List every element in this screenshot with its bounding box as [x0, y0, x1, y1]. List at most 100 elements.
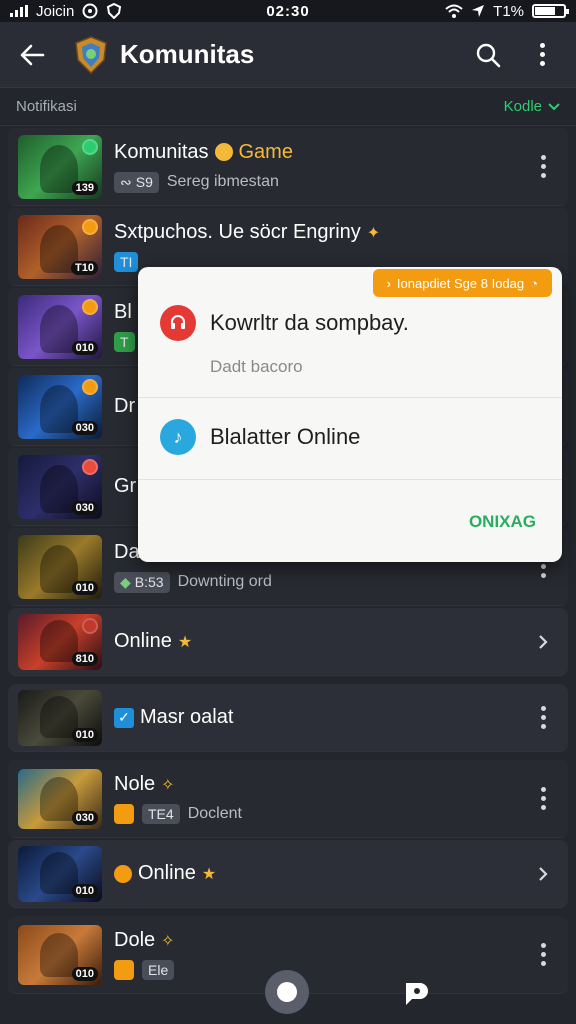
popup-option-label: Blalatter Online — [210, 424, 361, 449]
divider — [138, 397, 562, 398]
status-dot — [82, 218, 98, 235]
toast-label: Ionapdiet Sge 8 Iodag — [396, 275, 525, 291]
list-item[interactable]: 010 ✓ Masr oalat — [8, 684, 568, 752]
kebab-icon — [540, 155, 546, 178]
popup-option-report[interactable]: Kowrltr da sompbay. — [160, 305, 409, 341]
list-item-body: Sxtpuchos. Ue söcr Engriny ✦ TI — [114, 221, 558, 272]
popup-option-label: Kowrltr da sompbay. — [210, 310, 409, 335]
home-button[interactable] — [265, 970, 309, 1014]
list-item-body: Online ★ — [114, 862, 528, 885]
thumbnail-tag: 010 — [71, 340, 98, 355]
status-left: Joicin — [10, 3, 210, 20]
list-item-title: Nole ✧ — [114, 773, 528, 796]
game-thumbnail: 010 — [18, 294, 102, 359]
location-icon — [472, 5, 485, 17]
thumbnail-tag: 139 — [71, 180, 98, 195]
game-thumbnail: T10 — [18, 214, 102, 279]
back-button[interactable] — [14, 37, 50, 73]
section-link-label: Kodle — [503, 98, 542, 115]
list-item-title-text: Online — [138, 862, 196, 884]
community-logo-icon — [75, 35, 107, 74]
list-item-title: Sxtpuchos. Ue söcr Engriny ✦ — [114, 221, 558, 244]
popup-option-online[interactable]: ♪ Blalatter Online — [160, 419, 360, 455]
list-item[interactable]: 810 Online ★ — [8, 608, 568, 676]
game-thumbnail: 030 — [18, 454, 102, 519]
count-chip: TI — [114, 252, 139, 272]
count-chip: Ele — [142, 960, 175, 980]
list-item-title-text: Dole — [114, 929, 156, 951]
count-chip: ◆ B:53 — [114, 571, 170, 593]
arrow-left-icon — [20, 44, 45, 65]
list-item-title: Komunitas Game — [114, 141, 528, 164]
thumbnail-tag: 010 — [71, 966, 98, 981]
thumbnail-tag: 010 — [71, 883, 98, 898]
list-item-subtitle-row: Ele — [114, 960, 528, 980]
list-item-body: Dole ✧ Ele — [114, 929, 528, 980]
badge-icon — [114, 804, 134, 824]
list-item-title-text: Komunitas — [114, 140, 209, 163]
list-item-title: Online ★ — [114, 630, 528, 653]
star-icon: ★ — [201, 865, 217, 883]
list-item-subtitle-row: TE4 Doclent — [114, 804, 528, 824]
checkbox-checked-icon: ✓ — [114, 707, 134, 728]
chevron-right-button[interactable] — [528, 627, 558, 657]
list-item-title-text: Nole — [114, 773, 156, 795]
popup-action-button[interactable]: ONIXAG — [469, 512, 536, 532]
chip-label: S9 — [135, 174, 153, 190]
search-button[interactable] — [468, 35, 508, 75]
shield-icon: ◆ — [120, 573, 131, 590]
game-thumbnail: 010 — [18, 689, 102, 746]
list-item-subtitle: Downting ord — [177, 573, 272, 590]
sparkle-icon: ✦ — [366, 224, 381, 242]
chevron-right-icon — [539, 866, 548, 881]
chip-label: B:53 — [134, 574, 164, 590]
game-thumbnail: 010 — [18, 845, 102, 902]
chevron-down-icon — [548, 102, 560, 110]
list-item[interactable]: 030 Nole ✧ TE4 Doclent — [8, 760, 568, 838]
game-thumbnail: 010 — [18, 924, 102, 985]
list-item-subtitle: Doclent — [187, 805, 242, 822]
list-item[interactable]: 139 Komunitas Game ∾ S9 Sereg ibmestan — [8, 128, 568, 206]
list-item-subtitle-row: ∾ S9 Sereg ibmestan — [114, 171, 528, 193]
star-icon: ★ — [177, 633, 193, 651]
item-menu-button[interactable] — [528, 703, 558, 733]
clock: 02:30 — [266, 2, 310, 20]
chat-bubble-button[interactable] — [398, 978, 432, 1008]
search-icon — [476, 43, 501, 67]
list-item-body: Nole ✧ TE4 Doclent — [114, 773, 528, 824]
signal-icon — [10, 5, 28, 17]
app-bar: Komunitas — [0, 22, 576, 88]
battery-label: T1% — [493, 2, 524, 20]
list-item-body: Online ★ — [114, 630, 528, 653]
list-item-title-accent: Game — [238, 140, 293, 163]
whatsapp-icon — [82, 3, 98, 19]
list-item[interactable]: 010 Online ★ — [8, 840, 568, 908]
sparkle-icon: ✧ — [161, 932, 175, 950]
game-thumbnail: 810 — [18, 613, 102, 670]
kebab-icon — [540, 943, 546, 966]
game-thumbnail: 030 — [18, 374, 102, 439]
list-item-title: ✓ Masr oalat — [114, 706, 528, 729]
notification-list: 139 Komunitas Game ∾ S9 Sereg ibmestan T1… — [8, 128, 568, 996]
popup-option-subtitle: Dadt bacoro — [210, 357, 303, 376]
toast-icon: › — [386, 275, 391, 291]
carrier-label: Joicin — [36, 2, 75, 20]
item-menu-button[interactable] — [528, 152, 558, 182]
status-dot — [82, 298, 98, 315]
music-note-icon: ♪ — [160, 419, 196, 455]
item-menu-button[interactable] — [528, 940, 558, 970]
toast-banner[interactable]: › Ionapdiet Sge 8 Iodag ◔ — [372, 269, 552, 297]
more-options-button[interactable] — [522, 35, 562, 75]
list-item-title-text: Sxtpuchos. Ue söcr Engriny — [114, 221, 361, 243]
section-link[interactable]: Kodle — [504, 98, 560, 115]
list-item-title-text: Online — [114, 630, 172, 652]
chevron-right-button[interactable] — [528, 859, 558, 889]
status-dot — [82, 378, 98, 395]
list-item-body: ✓ Masr oalat — [114, 706, 528, 729]
link-icon: ∾ — [120, 173, 132, 190]
item-menu-button[interactable] — [528, 784, 558, 814]
chat-icon: ◔ — [530, 275, 538, 291]
status-bar: Joicin 02:30 T1% — [0, 0, 576, 22]
divider — [138, 479, 562, 480]
status-right: T1% — [366, 2, 569, 20]
